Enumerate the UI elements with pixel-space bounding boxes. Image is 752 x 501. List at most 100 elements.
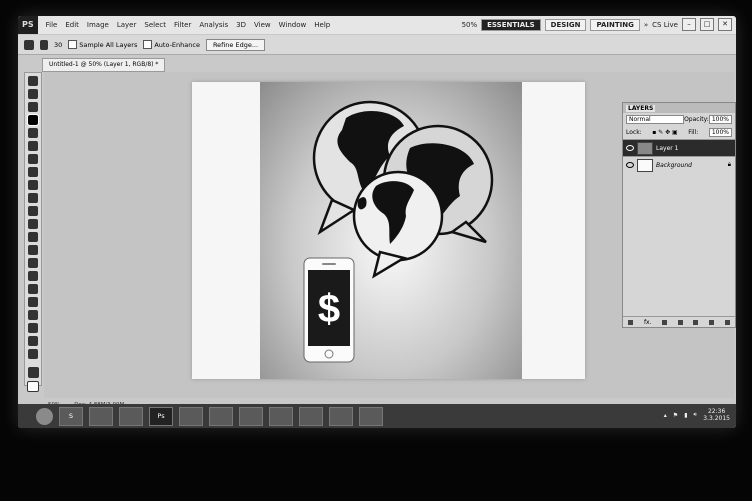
- zoom-tool-icon[interactable]: [28, 349, 38, 359]
- fill-input[interactable]: 100%: [708, 128, 732, 137]
- 3d-rotate-icon[interactable]: [28, 310, 38, 320]
- opacity-label: Opacity:: [684, 116, 709, 123]
- taskbar-app-spotify[interactable]: [209, 406, 233, 426]
- menu-file[interactable]: File: [42, 21, 62, 29]
- foreground-color-swatch[interactable]: [27, 367, 39, 378]
- opacity-input[interactable]: 100%: [708, 115, 732, 124]
- brush-size-value[interactable]: 30: [54, 41, 62, 49]
- blur-tool-icon[interactable]: [28, 232, 38, 242]
- visibility-eye-icon[interactable]: [626, 145, 634, 151]
- shape-tool-icon[interactable]: [28, 297, 38, 307]
- layer-row-background[interactable]: Background 🔒︎: [623, 156, 735, 173]
- clock[interactable]: 22:36 3.3.2015: [703, 408, 730, 422]
- taskbar-app-9[interactable]: [299, 406, 323, 426]
- minimize-icon[interactable]: –: [682, 18, 696, 31]
- signal-icon[interactable]: ▮: [684, 412, 687, 419]
- globe-speech-bubbles-illustration: $: [303, 100, 494, 363]
- lasso-tool-icon[interactable]: [28, 102, 38, 112]
- menu-3d[interactable]: 3D: [232, 21, 250, 29]
- dollar-sign: $: [318, 287, 340, 331]
- taskbar-app-8[interactable]: [269, 406, 293, 426]
- flag-icon[interactable]: ⚑: [673, 412, 678, 419]
- more-workspaces-icon[interactable]: »: [644, 21, 648, 29]
- eyedropper-tool-icon[interactable]: [28, 141, 38, 151]
- taskbar-app-11[interactable]: [359, 406, 383, 426]
- marquee-tool-icon[interactable]: [28, 89, 38, 99]
- link-layers-icon[interactable]: [628, 319, 634, 325]
- layer-row-layer-1[interactable]: Layer 1: [623, 139, 735, 156]
- auto-enhance-checkbox[interactable]: [143, 40, 153, 49]
- menu-view[interactable]: View: [250, 21, 275, 29]
- volume-icon[interactable]: 🔉︎: [694, 411, 698, 419]
- close-icon[interactable]: ✕: [718, 18, 732, 31]
- visibility-eye-icon[interactable]: [626, 162, 634, 168]
- cs-live-button[interactable]: CS Live: [652, 21, 678, 29]
- document-canvas[interactable]: $: [192, 82, 585, 379]
- blend-mode-select[interactable]: Normal: [626, 115, 684, 124]
- lock-icons[interactable]: ▪ ✎ ✥ ▣: [652, 129, 678, 136]
- workspace-essentials[interactable]: ESSENTIALS: [481, 18, 541, 31]
- brush-options-icon[interactable]: [40, 39, 48, 50]
- fx-icon[interactable]: fx.: [644, 319, 652, 326]
- quick-mask-icon[interactable]: [27, 381, 39, 392]
- path-selection-icon[interactable]: [28, 284, 38, 294]
- tab-channels[interactable]: [659, 105, 661, 112]
- new-layer-icon[interactable]: [709, 319, 715, 325]
- sample-all-layers-checkbox[interactable]: [68, 40, 78, 49]
- menu-analysis[interactable]: Analysis: [195, 21, 232, 29]
- hand-tool-icon[interactable]: [28, 336, 38, 346]
- taskbar-app-10[interactable]: [329, 406, 353, 426]
- menu-select[interactable]: Select: [140, 21, 170, 29]
- layer-thumbnail: [637, 158, 653, 172]
- quick-selection-tool-icon[interactable]: [24, 39, 34, 50]
- new-group-icon[interactable]: [693, 319, 699, 325]
- add-mask-icon[interactable]: [662, 319, 668, 325]
- quick-selection-tool-icon[interactable]: [27, 114, 39, 126]
- menu-help[interactable]: Help: [310, 21, 334, 29]
- maximize-icon[interactable]: □: [700, 18, 714, 31]
- brush-tool-icon[interactable]: [28, 167, 38, 177]
- menu-edit[interactable]: Edit: [61, 21, 83, 29]
- adjustment-layer-icon[interactable]: [677, 319, 683, 325]
- menu-layer[interactable]: Layer: [113, 21, 141, 29]
- crop-tool-icon[interactable]: [28, 128, 38, 138]
- tab-paths[interactable]: [665, 105, 667, 112]
- history-brush-icon[interactable]: [28, 193, 38, 203]
- tray-arrow-icon[interactable]: ▴: [664, 412, 667, 419]
- sample-all-layers-option[interactable]: Sample All Layers: [68, 40, 137, 49]
- clock-time: 22:36: [707, 408, 726, 415]
- taskbar-app-skype[interactable]: S: [59, 406, 83, 426]
- taskbar-app-photoshop[interactable]: Ps: [149, 406, 173, 426]
- trash-icon[interactable]: [724, 319, 730, 325]
- taskbar-app-5[interactable]: [179, 406, 203, 426]
- auto-enhance-label: Auto-Enhance: [154, 40, 200, 49]
- lock-fill-row: Lock: ▪ ✎ ✥ ▣ Fill: 100%: [623, 126, 735, 139]
- refine-edge-button[interactable]: Refine Edge...: [205, 38, 266, 51]
- taskbar-app-3[interactable]: [119, 406, 143, 426]
- layers-panel: LAYERS Normal Opacity: 100% Lock: ▪ ✎ ✥ …: [622, 102, 736, 328]
- 3d-orbit-icon[interactable]: [28, 323, 38, 333]
- taskbar-app-2[interactable]: [89, 406, 113, 426]
- tab-layers[interactable]: LAYERS: [626, 104, 656, 112]
- menu-image[interactable]: Image: [83, 21, 113, 29]
- clone-stamp-icon[interactable]: [28, 180, 38, 190]
- start-button[interactable]: [36, 407, 53, 425]
- pen-tool-icon[interactable]: [28, 258, 38, 268]
- taskbar-app-chrome[interactable]: [239, 406, 263, 426]
- move-tool-icon[interactable]: [28, 76, 38, 86]
- layer-1-image: $: [260, 82, 522, 379]
- workspace-design[interactable]: DESIGN: [544, 18, 587, 31]
- gradient-tool-icon[interactable]: [28, 219, 38, 229]
- menu-window[interactable]: Window: [275, 21, 311, 29]
- document-tab[interactable]: Untitled-1 @ 50% (Layer 1, RGB/8) *: [42, 58, 166, 72]
- healing-brush-icon[interactable]: [28, 154, 38, 164]
- type-tool-icon[interactable]: [28, 271, 38, 281]
- auto-enhance-option[interactable]: Auto-Enhance: [143, 40, 200, 49]
- eraser-tool-icon[interactable]: [28, 206, 38, 216]
- zoom-select[interactable]: 50%: [462, 21, 478, 29]
- menu-filter[interactable]: Filter: [170, 21, 195, 29]
- dodge-tool-icon[interactable]: [28, 245, 38, 255]
- layer-name: Background: [656, 161, 692, 169]
- workspace-painting[interactable]: PAINTING: [590, 18, 640, 31]
- menu-bar: PS File Edit Image Layer Select Filter A…: [18, 16, 736, 34]
